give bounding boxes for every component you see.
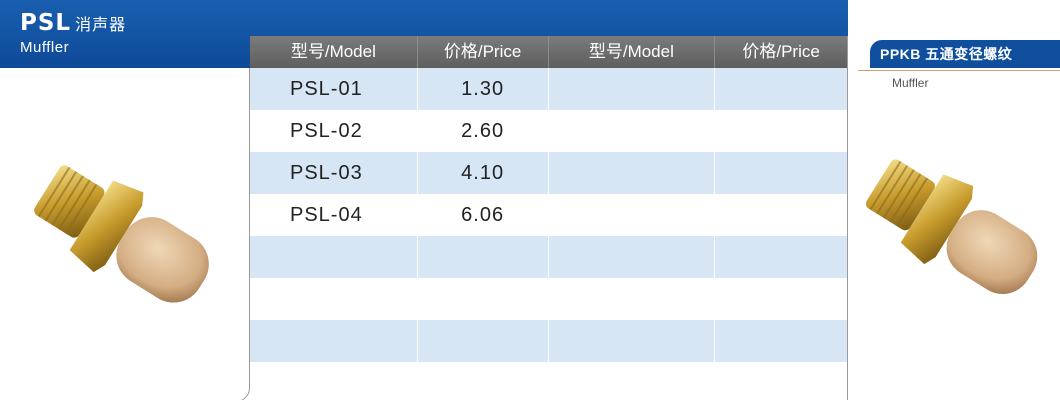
muffler-image [34,165,209,303]
model-cell [549,152,716,194]
product-code-title: PSL 消声器 [20,10,126,38]
table-row: PSL-03 4.10 [250,152,847,194]
price-cell [715,236,847,278]
product-image-box [0,68,250,400]
price-cell: 6.06 [418,194,549,236]
model-cell: PSL-01 [250,68,418,110]
divider [858,70,1060,71]
table-header-row: 型号/Model 价格/Price 型号/Model 价格/Price [250,36,847,68]
price-cell [715,152,847,194]
col-header-price-1: 价格/Price [418,36,549,68]
price-cell [715,68,847,110]
model-cell: PSL-03 [250,152,418,194]
model-cell [549,278,716,320]
model-cell [549,110,716,152]
table-row [250,320,847,362]
product-name-cn: 消声器 [75,15,127,34]
product-panel: PSL 消声器 Muffler 型号/Model 价格/Price 型号/Mod… [0,0,848,400]
col-header-price-2: 价格/Price [742,42,820,61]
col-header-model-1: 型号/Model [250,36,418,68]
product-name-en: Muffler [20,39,70,56]
price-cell [715,110,847,152]
table-row [250,236,847,278]
product-code: PSL [20,10,72,36]
price-cell: 2.60 [418,110,549,152]
muffler-image [865,159,1038,294]
related-product-panel: PPKB 五通变径螺纹 Muffler [858,0,1060,400]
model-cell [549,194,716,236]
related-product-subtitle: Muffler [892,76,929,90]
price-cell [418,320,549,362]
model-cell [549,236,716,278]
model-cell: PSL-02 [250,110,418,152]
price-cell: 4.10 [418,152,549,194]
table-row [250,278,847,320]
price-table: 型号/Model 价格/Price 型号/Model 价格/Price PSL-… [250,36,848,400]
model-cell: PSL-04 [250,194,418,236]
brand-block: PSL 消声器 Muffler [20,10,126,57]
model-cell [250,320,418,362]
table-row: PSL-01 1.30 [250,68,847,110]
model-cell [549,320,716,362]
related-product-title: PPKB 五通变径螺纹 [870,40,1060,68]
price-cell [715,194,847,236]
price-cell [715,278,847,320]
price-cell: 1.30 [418,68,549,110]
model-cell [250,278,418,320]
table-row: PSL-04 6.06 [250,194,847,236]
price-cell [418,278,549,320]
price-cell [715,320,847,362]
model-cell [549,68,716,110]
table-row: PSL-02 2.60 [250,110,847,152]
col-header-model-2: 型号/Model [549,36,716,68]
model-cell [250,236,418,278]
price-cell [418,236,549,278]
